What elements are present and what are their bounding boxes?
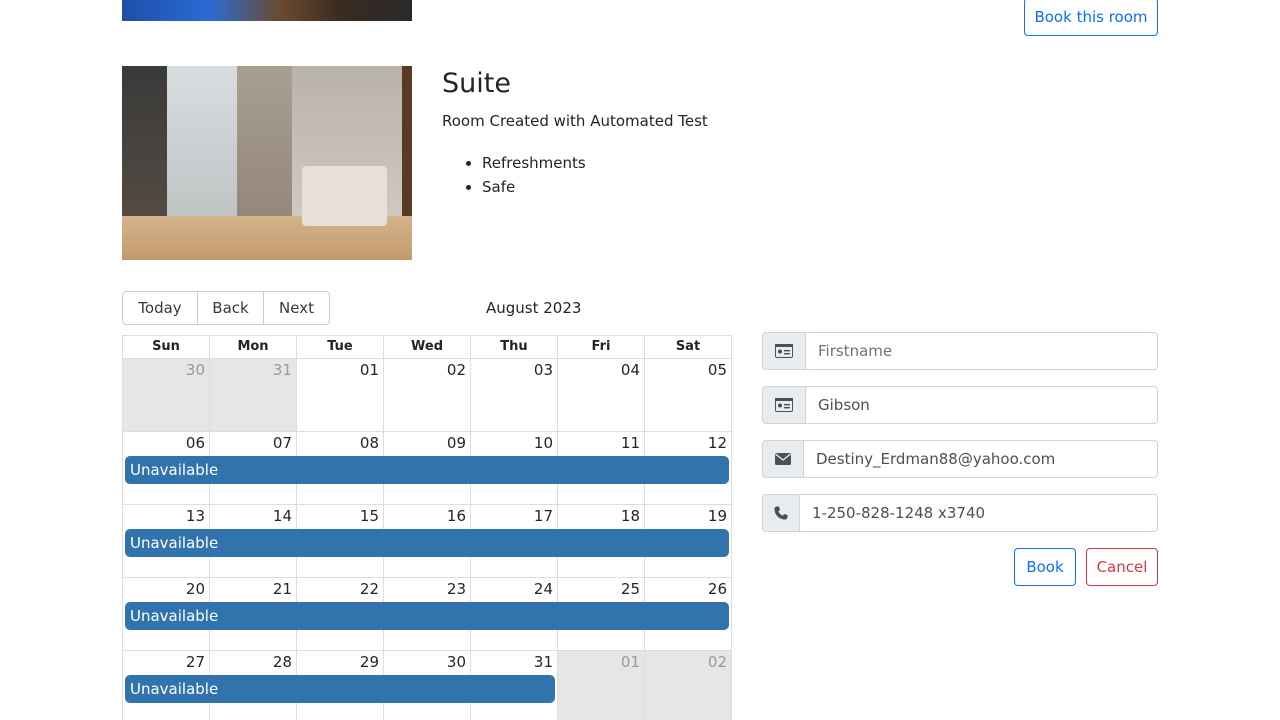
feature-item: Safe	[482, 175, 586, 199]
weekday-header-cell: Tue	[296, 336, 383, 358]
calendar-week-row: 27 28 29 30 31 01 02 Unavailable	[123, 651, 731, 720]
calendar-day-cell[interactable]: 04	[557, 359, 644, 431]
day-number[interactable]: 06	[186, 434, 205, 452]
calendar-day-cell[interactable]: 30	[123, 359, 209, 431]
firstname-input[interactable]	[806, 332, 1158, 370]
day-number[interactable]: 21	[273, 580, 292, 598]
unavailable-event[interactable]: Unavailable	[125, 602, 729, 630]
day-number[interactable]: 26	[708, 580, 727, 598]
room-title: Suite	[442, 68, 511, 99]
calendar-weekday-header: Sun Mon Tue Wed Thu Fri Sat	[123, 336, 731, 359]
day-number[interactable]: 02	[447, 361, 466, 379]
day-number[interactable]: 16	[447, 507, 466, 525]
calendar-week-row: 30 31 01 02 03 04 05	[123, 359, 731, 432]
today-button[interactable]: Today	[122, 291, 198, 325]
cancel-button[interactable]: Cancel	[1086, 548, 1158, 586]
day-number[interactable]: 14	[273, 507, 292, 525]
day-number[interactable]: 11	[621, 434, 640, 452]
weekday-header-cell: Sun	[152, 339, 180, 354]
day-number[interactable]: 20	[186, 580, 205, 598]
calendar-day-cell[interactable]: 03	[470, 359, 557, 431]
email-input[interactable]	[804, 440, 1158, 478]
calendar-day-cell[interactable]: 01	[296, 359, 383, 431]
day-number[interactable]: 27	[186, 653, 205, 671]
envelope-icon	[762, 440, 804, 478]
phone-input[interactable]	[800, 494, 1158, 532]
email-group	[762, 440, 1158, 478]
weekday-header-cell: Thu	[470, 336, 557, 358]
day-number[interactable]: 19	[708, 507, 727, 525]
weekday-header-cell: Wed	[383, 336, 470, 358]
day-number[interactable]: 29	[360, 653, 379, 671]
day-number[interactable]: 23	[447, 580, 466, 598]
calendar-day-cell[interactable]: 02	[383, 359, 470, 431]
day-number[interactable]: 09	[447, 434, 466, 452]
day-number[interactable]: 15	[360, 507, 379, 525]
calendar-week-row: 20 21 22 23 24 25 26 Unavailable	[123, 578, 731, 651]
day-number[interactable]: 05	[708, 361, 727, 379]
day-number[interactable]: 22	[360, 580, 379, 598]
calendar-month-label: August 2023	[486, 299, 582, 317]
lastname-group	[762, 386, 1158, 424]
phone-icon	[762, 494, 800, 532]
room-description: Room Created with Automated Test	[442, 112, 708, 130]
calendar-day-cell[interactable]: 02	[644, 651, 731, 720]
calendar-week-row: 06 07 08 09 10 11 12 Unavailable	[123, 432, 731, 505]
day-number[interactable]: 07	[273, 434, 292, 452]
day-number[interactable]: 04	[621, 361, 640, 379]
calendar-month-view: Sun Mon Tue Wed Thu Fri Sat 30 31 01 02 03 04 05 06 07…	[122, 335, 732, 720]
calendar-week-row: 13 14 15 16 17 18 19 Unavailable	[123, 505, 731, 578]
unavailable-event[interactable]: Unavailable	[125, 456, 729, 484]
day-number[interactable]: 24	[534, 580, 553, 598]
back-button[interactable]: Back	[198, 291, 264, 325]
day-number[interactable]: 01	[360, 361, 379, 379]
calendar-day-cell[interactable]: 05	[644, 359, 731, 431]
id-card-icon	[762, 332, 806, 370]
day-number[interactable]: 30	[186, 361, 205, 379]
day-number[interactable]: 17	[534, 507, 553, 525]
book-button[interactable]: Book	[1014, 548, 1076, 586]
day-number[interactable]: 18	[621, 507, 640, 525]
day-number[interactable]: 03	[534, 361, 553, 379]
unavailable-event[interactable]: Unavailable	[125, 675, 556, 703]
day-number[interactable]: 10	[534, 434, 553, 452]
firstname-group	[762, 332, 1158, 370]
room-features-list: Refreshments Safe	[482, 151, 586, 199]
room-image	[122, 66, 412, 260]
next-button[interactable]: Next	[264, 291, 330, 325]
weekday-header-cell: Mon	[209, 336, 296, 358]
previous-room-image	[122, 0, 412, 21]
day-number[interactable]: 28	[273, 653, 292, 671]
day-number[interactable]: 12	[708, 434, 727, 452]
lastname-input[interactable]	[806, 386, 1158, 424]
day-number[interactable]: 13	[186, 507, 205, 525]
unavailable-event[interactable]: Unavailable	[125, 529, 729, 557]
day-number[interactable]: 30	[447, 653, 466, 671]
calendar-day-cell[interactable]: 31	[209, 359, 296, 431]
day-number[interactable]: 02	[708, 653, 727, 671]
calendar-day-cell[interactable]: 01	[557, 651, 644, 720]
book-this-room-button[interactable]: Book this room	[1024, 0, 1158, 36]
weekday-header-cell: Sat	[644, 336, 731, 358]
day-number[interactable]: 01	[621, 653, 640, 671]
id-card-icon	[762, 386, 806, 424]
weekday-header-cell: Fri	[557, 336, 644, 358]
day-number[interactable]: 31	[534, 653, 553, 671]
day-number[interactable]: 08	[360, 434, 379, 452]
feature-item: Refreshments	[482, 151, 586, 175]
day-number[interactable]: 25	[621, 580, 640, 598]
day-number[interactable]: 31	[273, 361, 292, 379]
calendar-toolbar: Today Back Next	[122, 291, 330, 325]
phone-group	[762, 494, 1158, 532]
